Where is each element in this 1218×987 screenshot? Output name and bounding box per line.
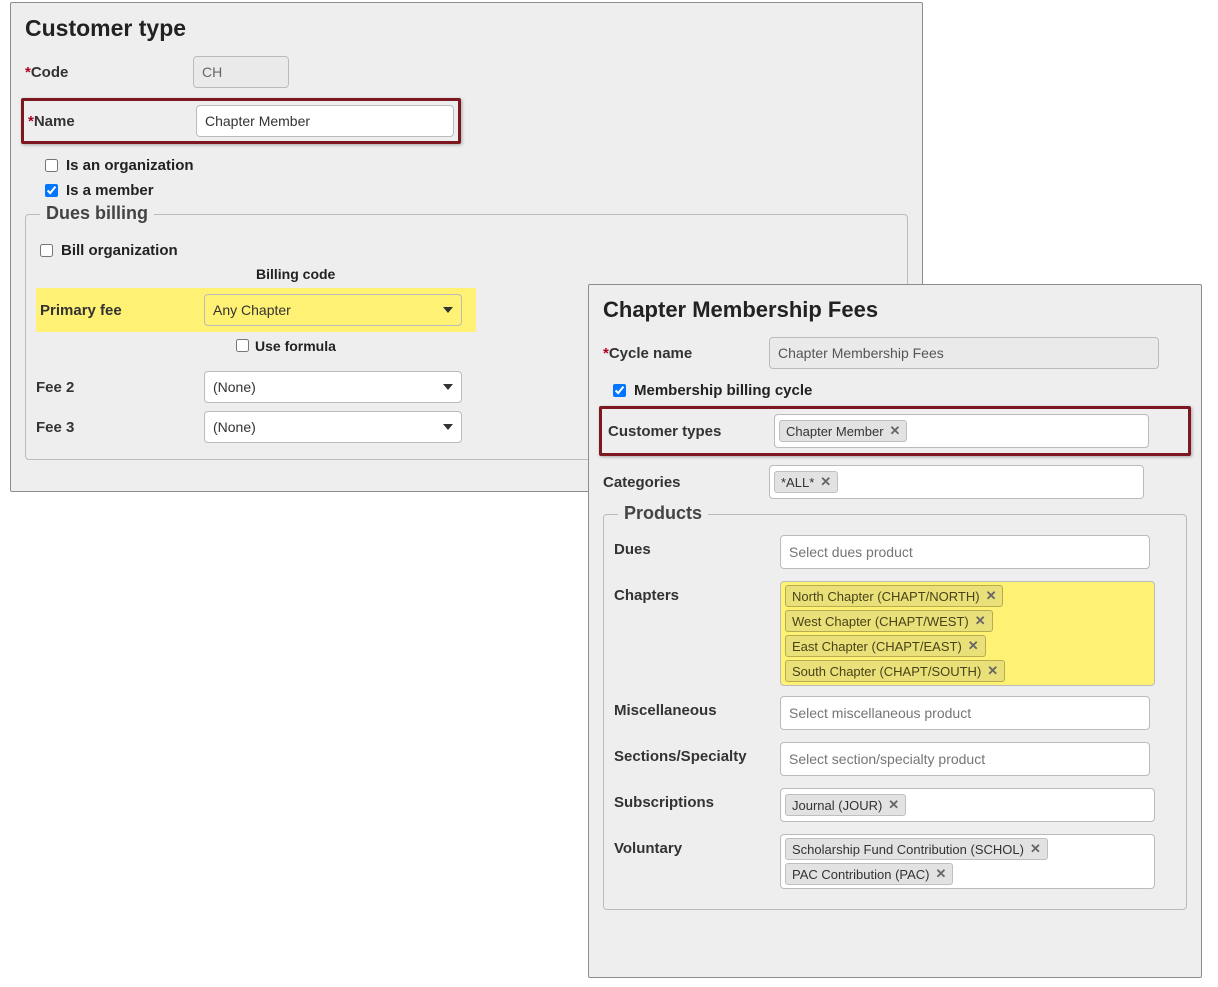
is-member-row: Is a member — [41, 181, 908, 200]
chip[interactable]: Chapter Member ✕ — [779, 420, 907, 442]
customer-types-chipbox[interactable]: Chapter Member ✕ — [774, 414, 1149, 448]
categories-label: Categories — [603, 474, 769, 491]
code-row: *Code — [25, 54, 908, 90]
chip-label: West Chapter (CHAPT/WEST) — [792, 614, 969, 629]
chip[interactable]: North Chapter (CHAPT/NORTH) ✕ — [785, 585, 1003, 607]
remove-icon[interactable]: ✕ — [890, 423, 901, 439]
dues-product-input[interactable] — [780, 535, 1150, 569]
remove-icon[interactable]: ✕ — [968, 638, 979, 654]
billing-code-header: Billing code — [204, 266, 472, 282]
cycle-name-label: *Cycle name — [603, 345, 769, 362]
fee3-label: Fee 3 — [36, 419, 204, 436]
dues-product-row: Dues — [614, 535, 1176, 571]
fee2-select[interactable]: (None) — [204, 371, 462, 403]
remove-icon[interactable]: ✕ — [820, 474, 831, 490]
products-fieldset: Products Dues Chapters North Chapter (CH… — [603, 514, 1187, 910]
cycle-name-row: *Cycle name — [603, 335, 1187, 371]
chapters-chipbox[interactable]: North Chapter (CHAPT/NORTH)✕West Chapter… — [780, 581, 1155, 686]
customer-types-row: Customer types Chapter Member ✕ — [608, 413, 1182, 449]
customer-types-label: Customer types — [608, 423, 774, 440]
name-input[interactable] — [196, 105, 454, 137]
name-row: *Name — [28, 103, 454, 139]
misc-label: Miscellaneous — [614, 696, 780, 719]
bill-organization-row: Bill organization — [36, 241, 897, 260]
use-formula-label: Use formula — [255, 338, 336, 354]
is-organization-checkbox[interactable] — [45, 159, 58, 172]
name-highlight: *Name — [21, 98, 461, 144]
chip-label: North Chapter (CHAPT/NORTH) — [792, 589, 980, 604]
chip[interactable]: East Chapter (CHAPT/EAST) ✕ — [785, 635, 986, 657]
chapters-label: Chapters — [614, 581, 780, 604]
fee3-value: (None) — [213, 419, 256, 435]
chip-label: Journal (JOUR) — [792, 798, 882, 813]
use-formula-checkbox[interactable] — [236, 339, 249, 352]
chip[interactable]: West Chapter (CHAPT/WEST) ✕ — [785, 610, 993, 632]
chapters-row: Chapters North Chapter (CHAPT/NORTH)✕Wes… — [614, 581, 1176, 686]
voluntary-chipbox[interactable]: Scholarship Fund Contribution (SCHOL)✕PA… — [780, 834, 1155, 889]
voluntary-label: Voluntary — [614, 834, 780, 857]
chevron-down-icon — [443, 384, 453, 390]
is-organization-label: Is an organization — [66, 157, 194, 174]
chip-label: East Chapter (CHAPT/EAST) — [792, 639, 962, 654]
remove-icon[interactable]: ✕ — [936, 866, 947, 882]
is-organization-row: Is an organization — [41, 156, 908, 175]
customer-type-title: Customer type — [25, 15, 908, 42]
remove-icon[interactable]: ✕ — [1030, 841, 1041, 857]
membership-billing-cycle-row: Membership billing cycle — [609, 381, 1187, 400]
chip[interactable]: Journal (JOUR) ✕ — [785, 794, 906, 816]
remove-icon[interactable]: ✕ — [986, 588, 997, 604]
primary-fee-select[interactable]: Any Chapter — [204, 294, 462, 326]
bill-organization-checkbox[interactable] — [40, 244, 53, 257]
fee2-label: Fee 2 — [36, 379, 204, 396]
remove-icon[interactable]: ✕ — [975, 613, 986, 629]
remove-icon[interactable]: ✕ — [888, 797, 899, 813]
code-input[interactable] — [193, 56, 289, 88]
subscriptions-chipbox[interactable]: Journal (JOUR) ✕ — [780, 788, 1155, 822]
chip-label: *ALL* — [781, 475, 814, 490]
code-label: *Code — [25, 64, 193, 81]
bill-organization-label: Bill organization — [61, 242, 178, 259]
chevron-down-icon — [443, 307, 453, 313]
subscriptions-row: Subscriptions Journal (JOUR) ✕ — [614, 788, 1176, 824]
dues-billing-legend: Dues billing — [40, 203, 154, 224]
categories-chipbox[interactable]: *ALL* ✕ — [769, 465, 1144, 499]
primary-fee-value: Any Chapter — [213, 302, 291, 318]
sections-row: Sections/Specialty — [614, 742, 1176, 778]
membership-billing-cycle-label: Membership billing cycle — [634, 382, 812, 399]
cycle-name-input[interactable] — [769, 337, 1159, 369]
chevron-down-icon — [443, 424, 453, 430]
primary-fee-label: Primary fee — [40, 302, 204, 319]
voluntary-row: Voluntary Scholarship Fund Contribution … — [614, 834, 1176, 889]
fee2-value: (None) — [213, 379, 256, 395]
products-legend: Products — [618, 503, 708, 524]
chip[interactable]: South Chapter (CHAPT/SOUTH) ✕ — [785, 660, 1005, 682]
is-member-label: Is a member — [66, 182, 154, 199]
chip-label: South Chapter (CHAPT/SOUTH) — [792, 664, 981, 679]
remove-icon[interactable]: ✕ — [987, 663, 998, 679]
membership-billing-cycle-checkbox[interactable] — [613, 384, 626, 397]
chip-label: Scholarship Fund Contribution (SCHOL) — [792, 842, 1024, 857]
dues-product-label: Dues — [614, 535, 780, 558]
chip-label: Chapter Member — [786, 424, 884, 439]
customer-types-highlight: Customer types Chapter Member ✕ — [599, 406, 1191, 456]
chip[interactable]: Scholarship Fund Contribution (SCHOL) ✕ — [785, 838, 1048, 860]
primary-fee-row: Primary fee Any Chapter — [36, 288, 476, 332]
chip[interactable]: PAC Contribution (PAC) ✕ — [785, 863, 953, 885]
fee3-select[interactable]: (None) — [204, 411, 462, 443]
is-member-checkbox[interactable] — [45, 184, 58, 197]
misc-row: Miscellaneous — [614, 696, 1176, 732]
membership-fees-panel: Chapter Membership Fees *Cycle name Memb… — [588, 284, 1202, 978]
membership-fees-title: Chapter Membership Fees — [603, 297, 1187, 323]
sections-input[interactable] — [780, 742, 1150, 776]
name-label: *Name — [28, 113, 196, 130]
chip[interactable]: *ALL* ✕ — [774, 471, 838, 493]
categories-row: Categories *ALL* ✕ — [603, 464, 1187, 500]
subscriptions-label: Subscriptions — [614, 788, 780, 811]
misc-input[interactable] — [780, 696, 1150, 730]
sections-label: Sections/Specialty — [614, 742, 780, 765]
chip-label: PAC Contribution (PAC) — [792, 867, 930, 882]
